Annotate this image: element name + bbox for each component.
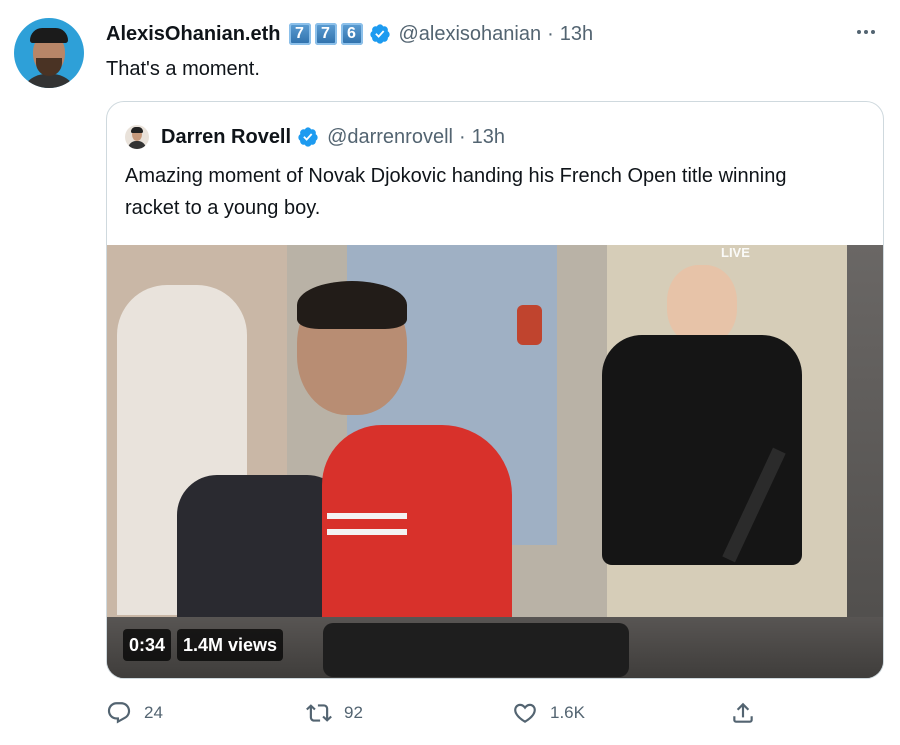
tv-soundbar [323,623,629,677]
quoted-author-name[interactable]: Darren Rovell [161,126,291,149]
tweet-actions: 24 92 1.6K [106,700,786,730]
tweet-timestamp[interactable]: 13h [560,23,593,46]
video-frame: LIVE [107,245,847,617]
more-icon[interactable] [854,20,878,50]
reply-button[interactable]: 24 [106,700,163,726]
like-count: 1.6K [550,703,585,722]
retweet-button[interactable]: 92 [306,700,363,726]
like-button[interactable]: 1.6K [512,700,585,726]
quoted-tweet[interactable]: Darren Rovell @darrenrovell · 13h Amazin… [106,101,884,679]
tweet-text: That's a moment. [106,58,260,80]
like-icon [514,703,536,723]
reply-count: 24 [144,703,163,722]
separator-dot: · [458,125,466,148]
author-avatar[interactable] [14,18,84,88]
share-icon [733,702,753,723]
verified-badge-icon [298,127,318,147]
live-overlay: LIVE [721,245,750,260]
quoted-tweet-header: Darren Rovell @darrenrovell · 13h [125,122,505,152]
keycap-emoji: 7 [314,23,337,45]
reply-icon [107,702,131,724]
separator-dot: · [547,22,554,45]
retweet-icon [306,704,332,722]
quoted-tweet-text: Amazing moment of Novak Djokovic handing… [125,165,787,219]
share-button[interactable] [730,700,756,726]
verified-badge-icon [369,24,390,44]
keycap-emoji: 7 [288,23,311,45]
author-handle[interactable]: @alexisohanian [399,23,542,46]
video-duration: 0:34 [123,629,172,661]
keycap-emoji: 6 [340,23,363,45]
video-views: 1.4M views [177,629,284,661]
quoted-tweet-timestamp[interactable]: 13h [472,126,505,149]
quoted-author-avatar[interactable] [125,125,149,149]
author-name[interactable]: AlexisOhanian.eth [106,23,281,46]
quoted-author-handle[interactable]: @darrenrovell [327,126,453,149]
tweet-header: AlexisOhanian.eth 7 7 6 @alexisohanian ·… [106,19,593,49]
video-player[interactable]: LIVE 0:34 1.4M views [107,245,883,678]
retweet-count: 92 [344,703,363,722]
